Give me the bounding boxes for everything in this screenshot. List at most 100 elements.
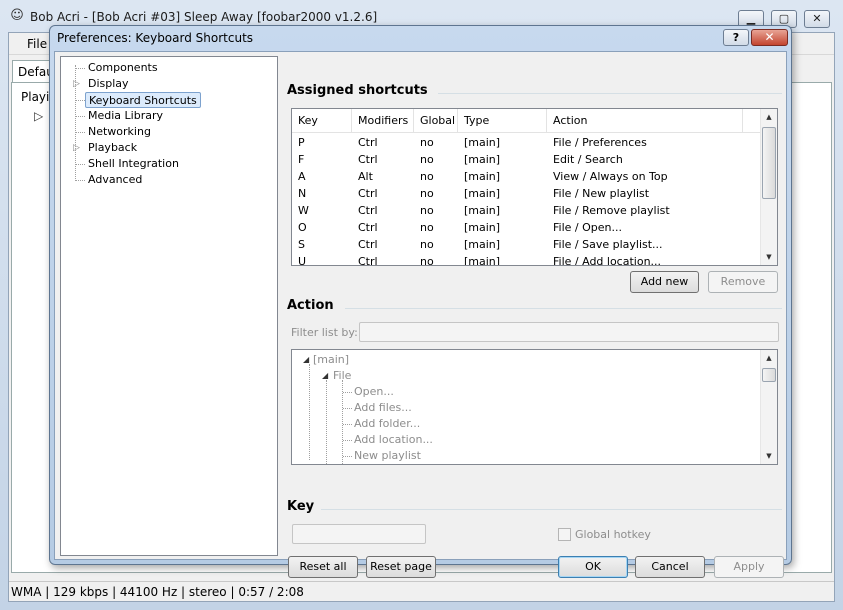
- status-bar: WMA | 129 kbps | 44100 Hz | stereo | 0:5…: [9, 581, 834, 601]
- cell-modifiers: Ctrl: [358, 255, 378, 266]
- action-tree-item[interactable]: Open...: [354, 384, 394, 400]
- tree-item[interactable]: Advanced: [61, 172, 261, 188]
- cell-global: no: [420, 238, 434, 251]
- assigned-shortcuts-title: Assigned shortcuts: [287, 83, 428, 98]
- tree-connector: [343, 456, 352, 457]
- cell-type: [main]: [464, 221, 501, 234]
- tree-item[interactable]: Components: [61, 60, 261, 76]
- tree-item[interactable]: Shell Integration: [61, 156, 261, 172]
- cell-type: [main]: [464, 136, 501, 149]
- scroll-up-arrow-icon[interactable]: ▲: [761, 350, 777, 366]
- tree-connector: [73, 108, 85, 124]
- tree-item[interactable]: Keyboard Shortcuts: [61, 92, 261, 108]
- cell-key: P: [298, 136, 305, 149]
- filter-input[interactable]: [359, 322, 779, 342]
- cell-action: File / Save playlist...: [553, 238, 663, 251]
- main-window-title: Bob Acri - [Bob Acri #03] Sleep Away [fo…: [30, 10, 378, 24]
- reset-page-button[interactable]: Reset page: [366, 556, 436, 578]
- scroll-down-arrow-icon[interactable]: ▼: [761, 249, 777, 265]
- cell-type: [main]: [464, 170, 501, 183]
- tree-guide-line: [326, 380, 327, 464]
- tree-connector: [73, 92, 85, 108]
- table-row[interactable]: O Ctrl no [main] File / Open...: [292, 219, 760, 236]
- tree-item-label: Networking: [88, 125, 151, 138]
- column-global[interactable]: Global: [414, 109, 458, 133]
- main-close-button[interactable]: ✕: [804, 10, 830, 28]
- cell-modifiers: Ctrl: [358, 238, 378, 251]
- global-hotkey-label: Global hotkey: [575, 528, 651, 541]
- scroll-thumb[interactable]: [762, 368, 776, 382]
- add-new-button[interactable]: Add new: [630, 271, 699, 293]
- cell-global: no: [420, 187, 434, 200]
- help-button[interactable]: ?: [723, 29, 749, 46]
- tree-item[interactable]: ▷ Playback: [61, 140, 261, 156]
- action-tree-item[interactable]: Add files...: [354, 400, 412, 416]
- cell-action: File / Preferences: [553, 136, 647, 149]
- dialog-close-button[interactable]: ✕: [751, 29, 788, 46]
- cell-type: [main]: [464, 153, 501, 166]
- action-tree-item[interactable]: Add folder...: [354, 416, 420, 432]
- tree-connector: [73, 172, 85, 188]
- cell-global: no: [420, 255, 434, 266]
- global-hotkey-checkbox[interactable]: [558, 528, 571, 541]
- shortcuts-scrollbar[interactable]: ▲ ▼: [760, 109, 777, 265]
- action-tree-root[interactable]: [main]: [313, 352, 349, 368]
- tree-item-label: Display: [88, 77, 129, 90]
- cell-action: File / Open...: [553, 221, 622, 234]
- action-title: Action: [287, 298, 334, 313]
- scroll-up-arrow-icon[interactable]: ▲: [761, 109, 777, 125]
- cell-key: O: [298, 221, 307, 234]
- table-row[interactable]: A Alt no [main] View / Always on Top: [292, 168, 760, 185]
- section-divider: [438, 93, 782, 94]
- shortcuts-list[interactable]: Key Modifiers Global Type Action P Ctrl no…: [291, 108, 778, 266]
- action-scrollbar[interactable]: ▲ ▼: [760, 350, 777, 464]
- action-tree[interactable]: ◢ [main] ◢ File Open... Add files... Add f…: [291, 349, 778, 465]
- tree-item[interactable]: ▷ Display: [61, 76, 261, 92]
- cell-action: Edit / Search: [553, 153, 623, 166]
- key-input[interactable]: [292, 524, 426, 544]
- column-key[interactable]: Key: [292, 109, 352, 133]
- section-divider: [321, 509, 782, 510]
- tree-item[interactable]: Networking: [61, 124, 261, 140]
- cell-key: U: [298, 255, 307, 266]
- table-row[interactable]: W Ctrl no [main] File / Remove playlist: [292, 202, 760, 219]
- table-row[interactable]: N Ctrl no [main] File / New playlist: [292, 185, 760, 202]
- cell-modifiers: Ctrl: [358, 153, 378, 166]
- tree-connector: [343, 392, 352, 393]
- column-modifiers[interactable]: Modifiers: [352, 109, 414, 133]
- cell-key: S: [298, 238, 305, 251]
- column-type[interactable]: Type: [458, 109, 547, 133]
- cancel-button[interactable]: Cancel: [635, 556, 705, 578]
- apply-button[interactable]: Apply: [714, 556, 784, 578]
- column-action[interactable]: Action: [547, 109, 743, 133]
- tree-connector: [343, 440, 352, 441]
- tree-item[interactable]: Media Library: [61, 108, 261, 124]
- preferences-tree: Components ▷ Display Keyboard Shortcuts Medi…: [60, 56, 278, 556]
- ok-button[interactable]: OK: [558, 556, 628, 578]
- tree-item-label: Keyboard Shortcuts: [85, 92, 201, 108]
- cell-modifiers: Ctrl: [358, 187, 378, 200]
- table-row[interactable]: U Ctrl no [main] File / Add location...: [292, 253, 760, 266]
- reset-all-button[interactable]: Reset all: [288, 556, 358, 578]
- table-row[interactable]: F Ctrl no [main] Edit / Search: [292, 151, 760, 168]
- cell-action: File / New playlist: [553, 187, 650, 200]
- remove-button[interactable]: Remove: [708, 271, 778, 293]
- expand-arrow-icon[interactable]: ▷: [73, 76, 83, 92]
- menu-file[interactable]: File: [27, 37, 47, 51]
- key-title: Key: [287, 499, 315, 514]
- table-row[interactable]: S Ctrl no [main] File / Save playlist...: [292, 236, 760, 253]
- cell-action: View / Always on Top: [553, 170, 668, 183]
- action-tree-item[interactable]: New playlist: [354, 448, 421, 464]
- cell-modifiers: Alt: [358, 170, 373, 183]
- table-row[interactable]: P Ctrl no [main] File / Preferences: [292, 134, 760, 151]
- cell-type: [main]: [464, 238, 501, 251]
- cell-action: File / Add location...: [553, 255, 662, 266]
- scroll-down-arrow-icon[interactable]: ▼: [761, 448, 777, 464]
- cell-key: A: [298, 170, 306, 183]
- scroll-thumb[interactable]: [762, 127, 776, 199]
- expand-arrow-icon[interactable]: ▷: [73, 140, 83, 156]
- action-tree-item[interactable]: Add location...: [354, 432, 433, 448]
- cell-modifiers: Ctrl: [358, 221, 378, 234]
- cell-global: no: [420, 204, 434, 217]
- cell-type: [main]: [464, 255, 501, 266]
